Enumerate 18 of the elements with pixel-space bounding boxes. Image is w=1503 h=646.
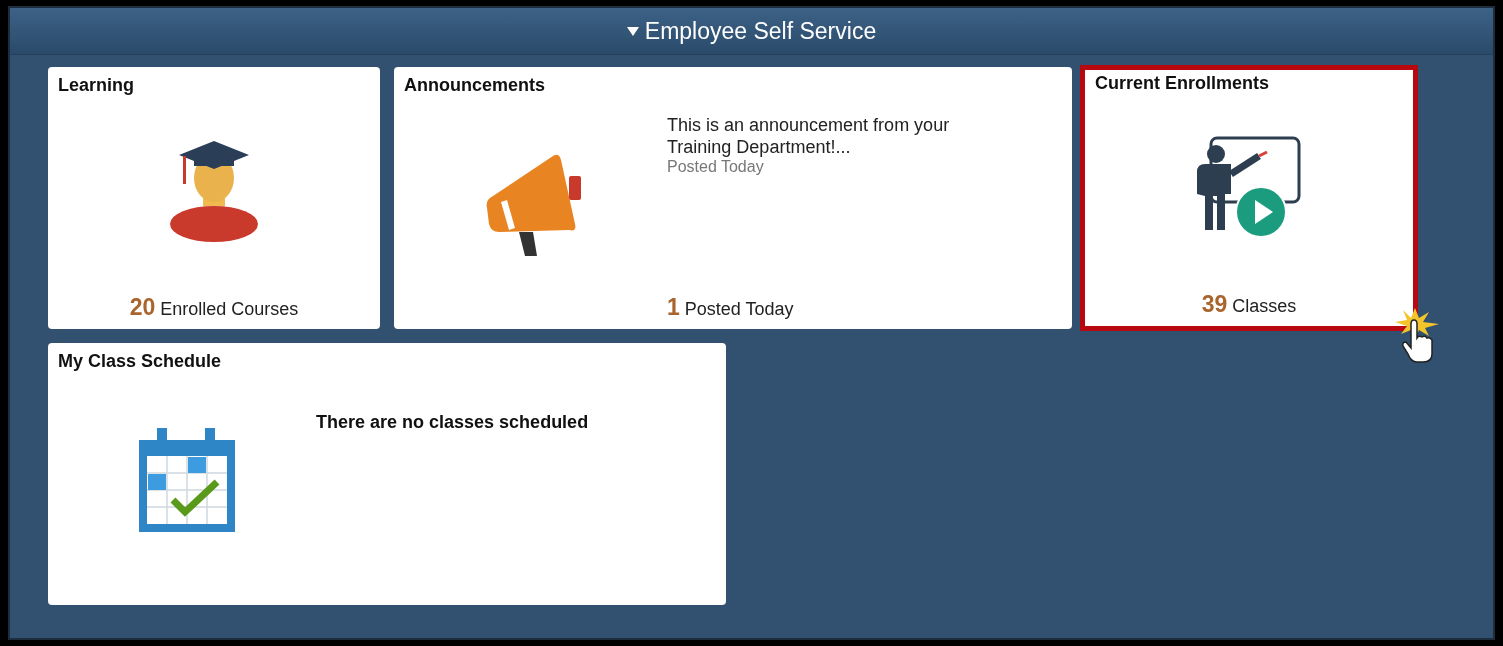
calendar-icon — [139, 428, 235, 532]
tile-title: My Class Schedule — [58, 351, 223, 372]
announcement-text: This is an announcement from your Training Department!... — [667, 114, 951, 158]
empty-message: There are no classes scheduled — [316, 411, 589, 434]
count-label: Posted Today — [684, 299, 794, 319]
count: 20 — [129, 294, 156, 320]
graduate-icon — [169, 138, 259, 242]
tile-title: Announcements — [404, 75, 546, 96]
tile-title: Learning — [58, 75, 135, 96]
count: 39 — [1201, 291, 1228, 317]
tile[interactable]: Learning 20 Enrolled Courses — [48, 67, 380, 329]
count-label: Enrolled Courses — [160, 299, 299, 319]
tile[interactable]: Announcements This is an announcement from your Training Department!... Posted Today 1 Posted Today — [394, 67, 1072, 329]
count-label: Classes — [1232, 296, 1297, 316]
tile-title: Current Enrollments — [1095, 73, 1271, 94]
count: 1 — [667, 294, 680, 320]
tile[interactable]: My Class Schedule There are no classes scheduled — [48, 343, 726, 605]
posted-date: Posted Today — [667, 158, 765, 176]
